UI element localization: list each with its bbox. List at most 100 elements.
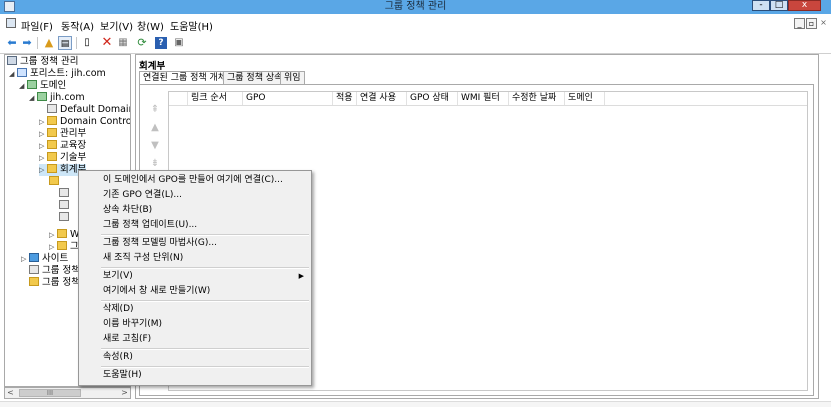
tab-inheritance[interactable]: 그룹 정책 상속 xyxy=(223,71,287,84)
tree-label-domains: 도메인 xyxy=(40,80,67,91)
close-button[interactable]: x xyxy=(788,0,821,11)
delete-icon[interactable]: ✕ xyxy=(100,36,114,50)
column-header-gpo-status[interactable]: GPO 상태 xyxy=(407,92,458,105)
copy-icon[interactable]: ▯ xyxy=(80,36,94,50)
tree-node-default-domain[interactable]: Default Domain xyxy=(47,104,130,116)
menu-item-link-existing-gpo[interactable]: 기존 GPO 연결(L)... xyxy=(80,188,310,203)
group-policy-icon xyxy=(7,56,17,65)
column-header-link-enabled[interactable]: 연결 사용 xyxy=(357,92,407,105)
menu-action[interactable]: 동작(A) xyxy=(61,18,94,33)
tree-node-ou[interactable]: ▷ 기술부 xyxy=(39,152,86,164)
menu-help[interactable]: 도움말(H) xyxy=(170,18,213,33)
tree-node-child[interactable] xyxy=(59,188,72,200)
mdi-minimize-button[interactable]: _ xyxy=(794,18,805,29)
column-header-link-order[interactable]: 링크 순서 xyxy=(188,92,243,105)
expand-icon[interactable]: ▷ xyxy=(39,116,47,128)
tree-node-child[interactable] xyxy=(59,200,72,212)
tree-node-ou[interactable]: ▷ 교육장 xyxy=(39,140,86,152)
column-header-gpo[interactable]: GPO xyxy=(243,92,333,105)
up-folder-icon[interactable]: ▲ xyxy=(42,36,56,50)
tree-node-domain-controllers[interactable]: ▷ Domain Contro xyxy=(39,116,130,128)
submenu-arrow-icon: ▶ xyxy=(298,272,304,280)
tree-label-results: 그룹 정책 xyxy=(42,277,80,288)
menu-item-block-inheritance[interactable]: 상속 차단(B) xyxy=(80,203,310,218)
mdi-restore-button[interactable]: ▫ xyxy=(806,18,817,29)
scroll-left-icon[interactable]: < xyxy=(5,388,16,398)
expand-icon[interactable]: ▷ xyxy=(49,229,57,241)
refresh-icon[interactable]: ⟳ xyxy=(135,36,149,50)
help-icon[interactable]: ? xyxy=(155,37,167,49)
expand-icon[interactable]: ▷ xyxy=(21,253,29,265)
tree-node-modeling[interactable]: 그룹 정책 xyxy=(29,265,80,277)
tree-node-child[interactable] xyxy=(49,176,62,188)
forward-arrow-icon[interactable]: ➡ xyxy=(20,36,34,50)
move-down-icon[interactable]: ▼ xyxy=(149,141,161,151)
column-header-enforced[interactable]: 적용 xyxy=(333,92,357,105)
mdi-close-button[interactable]: × xyxy=(818,18,829,29)
scroll-right-icon[interactable]: > xyxy=(119,388,130,398)
tree-node-domains[interactable]: ◢ 도메인 xyxy=(19,80,66,92)
menu-item-view[interactable]: 보기(V) ▶ xyxy=(80,269,310,284)
tab-delegation[interactable]: 위임 xyxy=(280,71,305,84)
modeling-icon xyxy=(29,265,39,274)
tree-node-domain[interactable]: ◢ jih.com xyxy=(29,92,85,104)
domain-icon xyxy=(37,92,47,101)
tree-node-results[interactable]: 그룹 정책 xyxy=(29,277,80,289)
menu-item-create-gpo-link[interactable]: 이 도메인에서 GPO를 만들어 여기에 연결(C)... xyxy=(80,173,310,188)
tree-label-forest: 포리스트: jih.com xyxy=(30,68,106,79)
back-arrow-icon[interactable]: ⬅ xyxy=(5,36,19,50)
ou-icon xyxy=(47,152,57,161)
column-header-modified[interactable]: 수정한 날짜 xyxy=(509,92,565,105)
menu-item-view-label: 보기(V) xyxy=(103,271,133,281)
expand-icon[interactable]: ▷ xyxy=(39,164,47,176)
menu-view[interactable]: 보기(V) xyxy=(100,18,133,33)
menu-item-modeling-wizard[interactable]: 그룹 정책 모델링 마법사(G)... xyxy=(80,236,310,251)
menu-item-help[interactable]: 도움말(H) xyxy=(80,368,310,383)
tree-node-forest[interactable]: ◢ 포리스트: jih.com xyxy=(9,68,106,80)
folder-icon xyxy=(57,229,67,238)
menu-item-delete[interactable]: 삭제(D) xyxy=(80,302,310,317)
minimize-button[interactable]: - xyxy=(752,0,770,11)
tree-label: 기술부 xyxy=(60,152,87,163)
tree-node-child[interactable] xyxy=(59,212,72,224)
menu-item-new-window[interactable]: 여기에서 창 새로 만들기(W) xyxy=(80,284,310,299)
menu-item-refresh[interactable]: 새로 고침(F) xyxy=(80,332,310,347)
menu-item-gp-update[interactable]: 그룹 정책 업데이트(U)... xyxy=(80,218,310,233)
expand-icon[interactable]: ▷ xyxy=(39,128,47,140)
expand-icon[interactable]: ▷ xyxy=(39,140,47,152)
tree-horizontal-scrollbar[interactable]: < III > xyxy=(4,387,131,399)
maximize-button[interactable]: □ xyxy=(770,0,788,11)
toolbar-separator xyxy=(76,37,77,49)
expand-icon[interactable]: ▷ xyxy=(49,241,57,253)
forest-icon xyxy=(17,68,27,77)
console-menu-icon[interactable] xyxy=(6,18,16,28)
title-bar[interactable]: 그룹 정책 관리 - □ x xyxy=(0,0,831,14)
console-icon[interactable]: ▣ xyxy=(172,36,186,50)
expand-icon[interactable]: ▷ xyxy=(39,152,47,164)
properties-icon[interactable]: ▦ xyxy=(116,36,130,50)
column-header-domain[interactable]: 도메인 xyxy=(565,92,605,105)
menu-window[interactable]: 창(W) xyxy=(137,18,164,33)
menu-item-properties[interactable]: 속성(R) xyxy=(80,350,310,365)
tab-linked-gpos[interactable]: 연결된 그룹 정책 개체 xyxy=(139,71,231,85)
tree-node-starter[interactable]: ▷ 그 xyxy=(49,241,79,253)
move-up-icon[interactable]: ▲ xyxy=(149,123,161,133)
collapse-icon[interactable]: ◢ xyxy=(9,68,17,80)
show-tree-icon[interactable]: ▤ xyxy=(58,36,72,50)
menu-item-rename[interactable]: 이름 바꾸기(M) xyxy=(80,317,310,332)
tree-node-sites[interactable]: ▷ 사이트 xyxy=(21,253,68,265)
column-header-wmi-filter[interactable]: WMI 필터 xyxy=(458,92,509,105)
tree-node-wmi[interactable]: ▷ W xyxy=(49,229,79,241)
folder-icon xyxy=(57,241,67,250)
move-bottom-icon[interactable]: ⇟ xyxy=(149,159,161,169)
move-top-icon[interactable]: ⇞ xyxy=(149,105,161,115)
collapse-icon[interactable]: ◢ xyxy=(29,92,37,104)
tree-node-root[interactable]: 그룹 정책 관리 xyxy=(7,56,78,68)
menu-item-new-ou[interactable]: 새 조직 구성 단위(N) xyxy=(80,251,310,266)
ou-icon xyxy=(47,164,57,173)
collapse-icon[interactable]: ◢ xyxy=(19,80,27,92)
tree-label: 관리부 xyxy=(60,128,87,139)
scroll-thumb[interactable]: III xyxy=(19,389,81,397)
menu-file[interactable]: 파일(F) xyxy=(21,18,53,33)
tree-node-ou[interactable]: ▷ 관리부 xyxy=(39,128,86,140)
